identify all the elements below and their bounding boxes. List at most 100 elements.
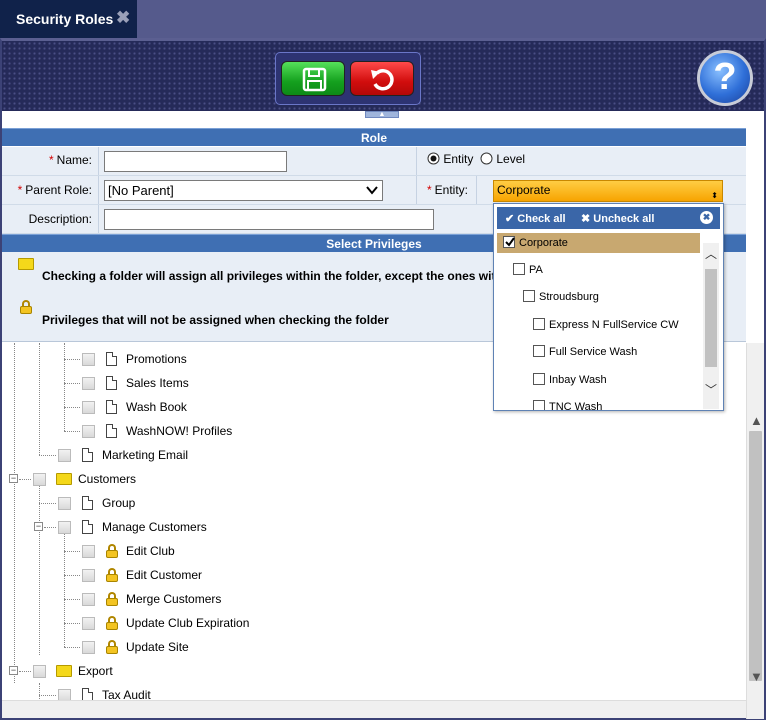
option-checkbox[interactable] xyxy=(533,345,545,357)
entity-option-express-n-fullservice-cw[interactable]: Express N FullService CW xyxy=(494,315,700,335)
tree-checkbox[interactable] xyxy=(82,545,95,558)
option-checkbox[interactable] xyxy=(513,263,525,275)
tree-checkbox[interactable] xyxy=(82,353,95,366)
scroll-down-icon[interactable]: ▼ xyxy=(750,669,763,684)
entity-option-inbay-wash[interactable]: Inbay Wash xyxy=(494,370,700,390)
entity-list-scrollbar[interactable]: ︿ ﹀ xyxy=(703,243,719,409)
tree-checkbox[interactable] xyxy=(82,593,95,606)
lock-icon xyxy=(106,568,118,582)
option-checkbox[interactable] xyxy=(523,290,535,302)
tree-item-label: WashNOW! Profiles xyxy=(126,424,233,438)
entity-option-corporate[interactable]: Corporate xyxy=(497,233,700,253)
tree-item-label: Update Site xyxy=(126,640,189,654)
entity-radio[interactable]: Entity xyxy=(427,152,473,166)
tree-item-merge-customers: Merge Customers xyxy=(2,589,702,609)
entity-radio-label: Entity xyxy=(443,152,474,166)
entity-label: * Entity: xyxy=(426,183,468,197)
document-icon xyxy=(82,496,93,510)
tree-item-label: Manage Customers xyxy=(102,520,207,534)
tree-checkbox[interactable] xyxy=(82,401,95,414)
tree-item-edit-customer: Edit Customer xyxy=(2,565,702,585)
tree-item-label: Export xyxy=(78,664,113,678)
option-checkbox[interactable] xyxy=(533,400,545,410)
scroll-up-icon[interactable]: ▲ xyxy=(750,413,763,428)
description-label: Description: xyxy=(28,212,92,226)
chevron-down-icon[interactable]: ﹀ xyxy=(705,381,717,398)
folder-icon xyxy=(56,665,72,677)
uncheck-all-label: Uncheck all xyxy=(593,213,655,225)
help-button[interactable]: ? xyxy=(697,50,753,106)
description-input[interactable] xyxy=(104,209,434,230)
chevron-up-icon[interactable]: ︿ xyxy=(705,245,717,262)
tree-item-label: Edit Customer xyxy=(126,568,203,582)
option-label: Stroudsburg xyxy=(539,291,599,303)
entity-select[interactable]: Corporate ⬍ xyxy=(493,180,723,202)
tree-checkbox[interactable] xyxy=(82,617,95,630)
entity-option-full-service-wash[interactable]: Full Service Wash xyxy=(494,342,700,362)
entity-option-pa[interactable]: PA xyxy=(494,260,700,280)
tree-checkbox[interactable] xyxy=(58,449,71,462)
chevron-down-icon xyxy=(366,186,378,195)
tree-checkbox[interactable] xyxy=(58,521,71,534)
tree-checkbox[interactable] xyxy=(33,665,46,678)
collapse-toggle[interactable]: − xyxy=(9,666,18,675)
document-icon xyxy=(106,376,117,390)
tree-checkbox[interactable] xyxy=(58,497,71,510)
document-icon xyxy=(106,400,117,414)
lock-icon xyxy=(106,616,118,630)
tree-item-label: Marketing Email xyxy=(102,448,189,462)
entity-dropdown-header: ✔ Check all ✖ Uncheck all ✖ xyxy=(497,207,720,229)
name-input[interactable] xyxy=(104,151,287,172)
entity-dropdown-panel: ✔ Check all ✖ Uncheck all ✖ Corporate PA… xyxy=(493,203,724,411)
scrollbar-thumb[interactable] xyxy=(705,269,717,367)
uncheck-all-button[interactable]: ✖ Uncheck all xyxy=(581,212,654,225)
collapse-toolbar-handle[interactable]: ▲ xyxy=(365,111,399,118)
save-button[interactable] xyxy=(281,61,345,96)
tree-item-label: Sales Items xyxy=(126,376,189,390)
close-icon[interactable]: ✖ xyxy=(700,211,713,224)
action-button-group xyxy=(275,52,421,105)
check-all-button[interactable]: ✔ Check all xyxy=(505,212,566,225)
tree-checkbox[interactable] xyxy=(82,377,95,390)
name-row: * Name: Entity Level xyxy=(2,147,746,176)
tree-item-label: Edit Club xyxy=(126,544,175,558)
tree-item-export: − Export xyxy=(2,661,702,681)
option-label: Full Service Wash xyxy=(549,346,638,358)
tree-item-label: Group xyxy=(102,496,136,510)
tree-scrollbar[interactable]: ▲ ▼ xyxy=(746,343,764,719)
name-label: * Name: xyxy=(48,153,92,167)
close-icon[interactable]: ✖ xyxy=(116,8,130,28)
parent-role-select[interactable]: [No Parent] xyxy=(104,180,383,201)
horizontal-scrollbar[interactable] xyxy=(2,700,746,718)
undo-button[interactable] xyxy=(350,61,414,96)
collapse-toggle[interactable]: − xyxy=(9,474,18,483)
tree-item-manage-customers: − Manage Customers xyxy=(2,517,702,537)
entity-option-stroudsburg[interactable]: Stroudsburg xyxy=(494,287,700,307)
document-icon xyxy=(106,424,117,438)
tree-item-label: Update Club Expiration xyxy=(126,616,250,630)
tree-item-group: Group xyxy=(2,493,702,513)
option-label: Express N FullService CW xyxy=(549,319,679,331)
entity-list: Corporate PA Stroudsburg Express N FullS… xyxy=(494,231,723,410)
tree-checkbox[interactable] xyxy=(82,641,95,654)
scrollbar-thumb[interactable] xyxy=(749,431,762,681)
parent-role-row: * Parent Role: [No Parent] * Entity: Corpo… xyxy=(2,176,746,205)
option-checkbox[interactable] xyxy=(503,236,515,248)
entity-option-tnc-wash[interactable]: TNC Wash xyxy=(494,397,700,410)
undo-icon xyxy=(371,69,394,91)
level-radio-label: Level xyxy=(496,152,526,166)
collapse-toggle[interactable]: − xyxy=(34,522,43,531)
lock-info-text: Privileges that will not be assigned whe… xyxy=(42,313,389,327)
option-checkbox[interactable] xyxy=(533,373,545,385)
option-checkbox[interactable] xyxy=(533,318,545,330)
tree-checkbox[interactable] xyxy=(33,473,46,486)
tab-security-roles[interactable]: Security Roles ✖ xyxy=(0,0,137,38)
level-radio[interactable]: Level xyxy=(480,152,525,166)
tree-item-label: Customers xyxy=(78,472,137,486)
lock-icon xyxy=(106,640,118,654)
tree-item-label: Wash Book xyxy=(126,400,187,414)
tree-checkbox[interactable] xyxy=(82,425,95,438)
tab-title: Security Roles xyxy=(16,11,114,27)
folder-icon xyxy=(18,258,34,270)
tree-checkbox[interactable] xyxy=(82,569,95,582)
